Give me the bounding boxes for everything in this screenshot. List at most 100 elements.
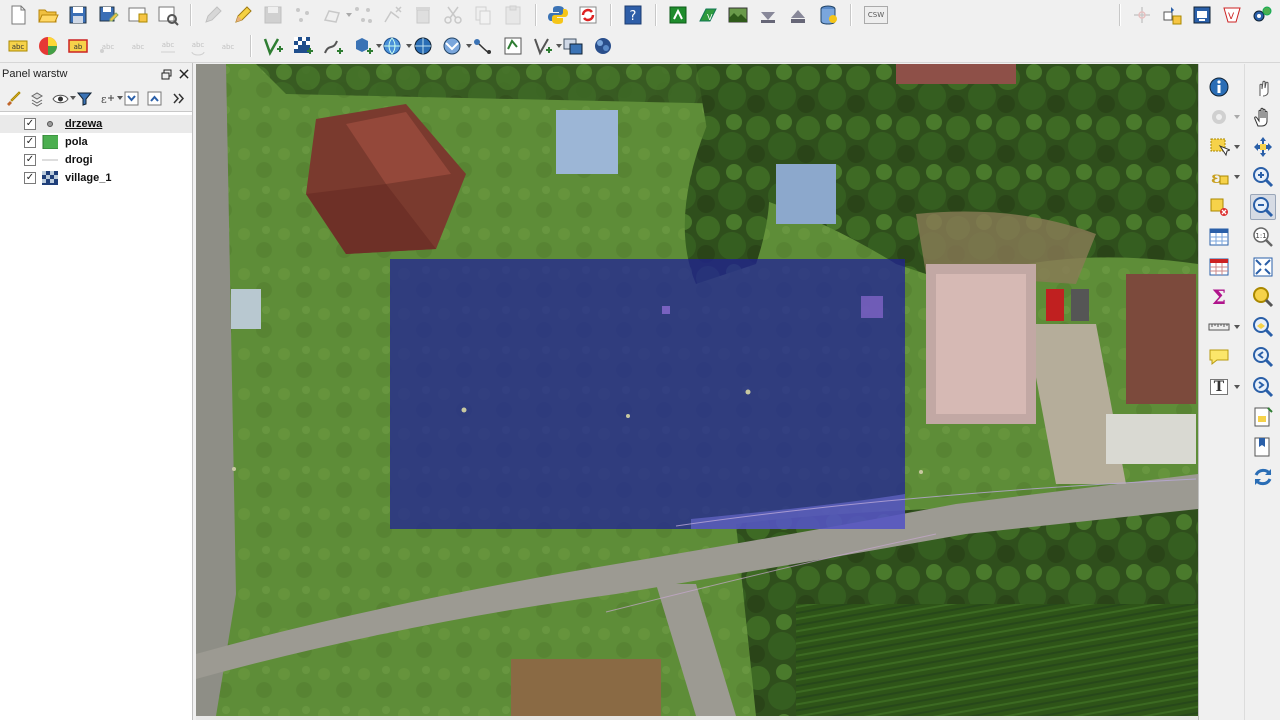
select-features-button[interactable] [1206, 134, 1240, 160]
more-panel-tools-button[interactable] [168, 87, 190, 109]
zoom-last-button[interactable] [1250, 344, 1276, 370]
open-project-button[interactable] [35, 2, 61, 28]
layer-row-pola[interactable]: ✓ pola [0, 133, 192, 151]
add-raster-layer-button[interactable] [290, 33, 316, 59]
layer-name: pola [65, 136, 88, 148]
delete-selected-button[interactable] [380, 2, 406, 28]
new-project-button[interactable] [5, 2, 31, 28]
zoom-next-button[interactable] [1250, 374, 1276, 400]
save-project-button[interactable] [65, 2, 91, 28]
save-as-button[interactable] [95, 2, 121, 28]
move-label-button[interactable]: abc [155, 33, 181, 59]
zoom-in-button[interactable] [1250, 164, 1276, 190]
add-virtual-layer-button[interactable] [560, 33, 586, 59]
float-panel-icon[interactable] [161, 69, 172, 80]
zoom-to-layer-button[interactable] [1250, 314, 1276, 340]
add-vector-layer-v-button[interactable] [260, 33, 286, 59]
rotate-label-button[interactable]: abc [185, 33, 211, 59]
open-attribute-table-button[interactable] [1206, 224, 1232, 250]
copy-features-button[interactable] [470, 2, 496, 28]
highlight-pin-labels-button[interactable]: ab [65, 33, 91, 59]
add-wfs-button[interactable] [440, 33, 472, 59]
zoom-native-resolution-button[interactable]: 1:1 [1250, 224, 1276, 250]
layer-visibility-checkbox[interactable]: ✓ [24, 118, 36, 130]
cut-features-button[interactable] [440, 2, 466, 28]
text-annotation-button[interactable]: T [1206, 374, 1240, 400]
zoom-out-button[interactable] [1250, 194, 1276, 220]
download-button[interactable] [755, 2, 781, 28]
identify-features-button[interactable] [1206, 74, 1232, 100]
show-hide-labels-button[interactable]: abc [125, 33, 151, 59]
add-mesh-layer-button[interactable] [590, 33, 616, 59]
add-group-button[interactable] [27, 87, 49, 109]
help-contents-button[interactable]: ? [620, 2, 646, 28]
save-layer-edits-button[interactable] [260, 2, 286, 28]
style-layer-button[interactable] [3, 87, 25, 109]
change-label-button[interactable]: abc [215, 33, 241, 59]
processing-toolbox-button[interactable] [1249, 2, 1275, 28]
zoom-full-button[interactable] [1250, 254, 1276, 280]
zoom-in-icon [1253, 167, 1274, 188]
paste-features-button[interactable] [500, 2, 526, 28]
refresh-button[interactable] [1250, 464, 1276, 490]
layer-labeling-button[interactable]: abc [5, 33, 31, 59]
map-canvas[interactable] [196, 64, 1198, 716]
db-manager-button[interactable] [815, 2, 841, 28]
run-action-button[interactable] [1206, 104, 1240, 130]
layout-manager-button[interactable] [155, 2, 181, 28]
new-map-view-button[interactable] [1250, 404, 1276, 430]
plugin-reloader-button[interactable] [575, 2, 601, 28]
field-calculator-button[interactable] [1206, 254, 1232, 280]
grass-tools-button[interactable] [665, 2, 691, 28]
vertex-tool-button[interactable] [350, 2, 376, 28]
upload-button[interactable] [785, 2, 811, 28]
add-wcs-button[interactable] [410, 33, 436, 59]
pan-map-button[interactable] [1250, 104, 1276, 130]
select-by-expression-button[interactable]: ε [1206, 164, 1240, 190]
panel-window-controls [161, 69, 189, 80]
layer-row-drogi[interactable]: ✓ drogi [0, 151, 192, 169]
georeferencer-button[interactable] [1159, 2, 1185, 28]
add-spatialite-button[interactable] [350, 33, 382, 59]
new-temp-layer-button[interactable] [530, 33, 562, 59]
add-wms-wmts-button[interactable] [380, 33, 412, 59]
pan-to-selection-button[interactable] [1250, 134, 1276, 160]
deselect-all-button[interactable] [1206, 194, 1232, 220]
new-gpkg-layer-button[interactable]: V [695, 2, 721, 28]
filter-by-expression-button[interactable]: ε [97, 87, 123, 109]
close-panel-icon[interactable] [178, 69, 189, 80]
raster-tools-button[interactable] [725, 2, 751, 28]
new-print-layout-button[interactable] [125, 2, 151, 28]
layer-visibility-checkbox[interactable]: ✓ [24, 154, 36, 166]
cad-tools-button[interactable] [1129, 2, 1155, 28]
expand-all-button[interactable] [121, 87, 143, 109]
delete-features-button[interactable] [410, 2, 436, 28]
zoom-to-selection-button[interactable] [1250, 284, 1276, 310]
measure-line-button[interactable] [1206, 314, 1240, 340]
layer-visibility-checkbox[interactable]: ✓ [24, 172, 36, 184]
add-ring-button[interactable] [320, 2, 352, 28]
python-console-button[interactable] [545, 2, 571, 28]
new-bookmark-button[interactable] [1250, 434, 1276, 460]
toggle-editing-button[interactable] [230, 2, 256, 28]
show-statistical-summary-button[interactable]: Σ [1206, 284, 1232, 310]
new-shapefile-layer-button[interactable] [500, 33, 526, 59]
layer-visibility-checkbox[interactable]: ✓ [24, 136, 36, 148]
pin-label-button[interactable]: abc [95, 33, 121, 59]
filter-legend-button[interactable] [74, 87, 96, 109]
map-tips-button[interactable] [1206, 344, 1232, 370]
add-point-cloud-button[interactable] [470, 33, 496, 59]
manage-visibility-button[interactable] [50, 87, 76, 109]
add-delimited-text-button[interactable] [320, 33, 346, 59]
add-feature-button[interactable] [290, 2, 316, 28]
metasearch-csw-button[interactable]: CSW [860, 2, 892, 28]
add-vector-layer-button[interactable]: V [1219, 2, 1245, 28]
layer-row-drzewa[interactable]: ✓ drzewa [0, 115, 192, 133]
add-wms-layer-button[interactable] [1189, 2, 1215, 28]
layer-row-village-1[interactable]: ✓ village_1 [0, 169, 192, 187]
layer-diagram-button[interactable] [35, 33, 61, 59]
current-edits-button[interactable] [200, 2, 226, 28]
collapse-all-button[interactable] [144, 87, 166, 109]
svg-text:ε: ε [1211, 168, 1221, 187]
touch-zoom-pan-button[interactable] [1250, 74, 1276, 100]
